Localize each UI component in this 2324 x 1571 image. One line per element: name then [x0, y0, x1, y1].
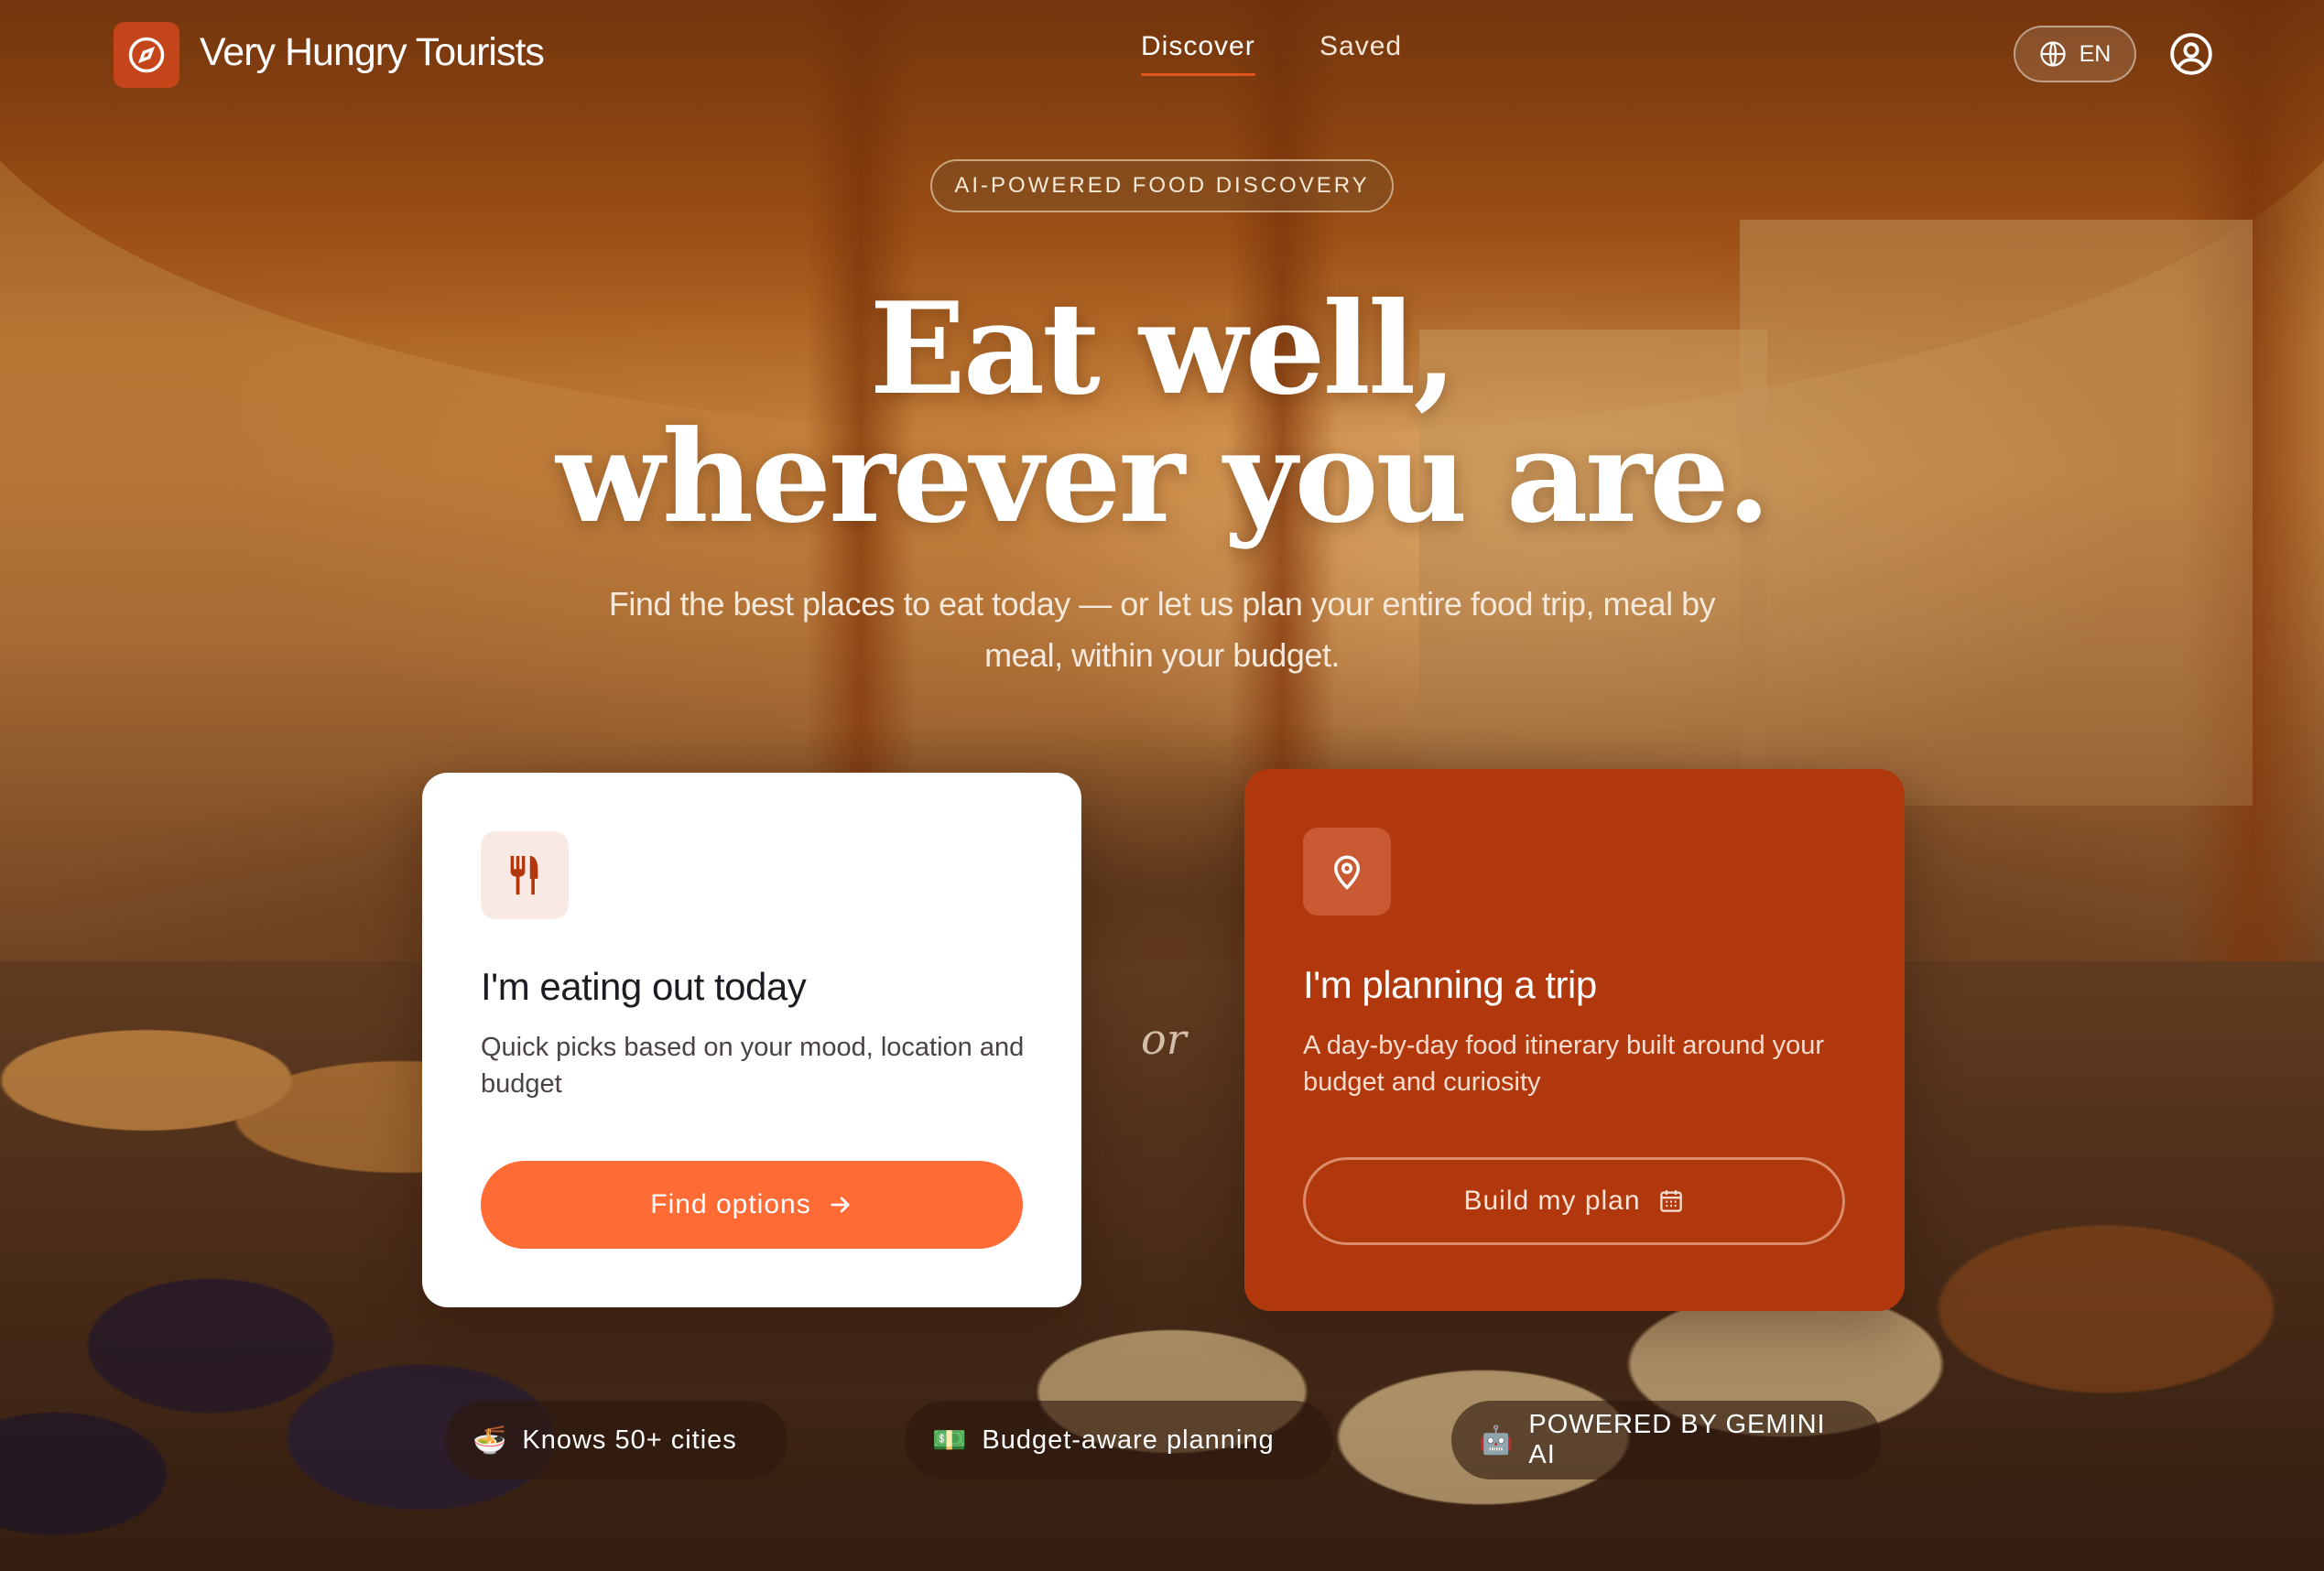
or-separator: or — [1141, 1014, 1187, 1064]
map-pin-icon — [1333, 855, 1361, 890]
find-options-label: Find options — [650, 1189, 811, 1219]
find-options-button[interactable]: Find options — [481, 1161, 1023, 1249]
build-plan-label: Build my plan — [1463, 1186, 1641, 1216]
planning-trip-card[interactable]: I'm planning a trip A day-by-day food it… — [1244, 769, 1905, 1311]
brand-name[interactable]: Very Hungry Tourists — [200, 30, 545, 75]
language-selector[interactable]: EN — [2014, 26, 2136, 82]
money-icon: 💵 — [932, 1424, 968, 1457]
globe-icon — [2040, 41, 2066, 67]
eating-out-title: I'm eating out today — [481, 965, 807, 1008]
feature-label: Budget-aware planning — [982, 1425, 1275, 1455]
language-code: EN — [2079, 40, 2112, 67]
eating-out-description: Quick picks based on your mood, location… — [481, 1033, 1025, 1099]
nav-tab-saved[interactable]: Saved — [1319, 31, 1402, 62]
feature-pill-gemini: 🤖 POWERED BY GEMINI AI — [1451, 1401, 1882, 1479]
ai-badge: AI-POWERED FOOD DISCOVERY — [930, 159, 1394, 212]
feature-label: Knows 50+ cities — [522, 1425, 737, 1455]
feature-pill-budget: 💵 Budget-aware planning — [905, 1401, 1333, 1479]
feature-label: POWERED BY GEMINI AI — [1528, 1410, 1826, 1469]
hero-title-line2: wherever you are. — [556, 402, 1771, 551]
user-circle-icon — [2170, 33, 2212, 75]
planning-trip-icon-box — [1303, 828, 1391, 916]
feature-pill-cities: 🍜 Knows 50+ cities — [445, 1401, 787, 1479]
hero-subtitle: Find the best places to eat today — or l… — [521, 579, 1803, 681]
robot-icon: 🤖 — [1479, 1424, 1515, 1457]
eating-out-card[interactable]: I'm eating out today Quick picks based o… — [422, 773, 1081, 1307]
nav-tab-discover[interactable]: Discover — [1141, 31, 1255, 76]
user-account-button[interactable] — [2168, 31, 2214, 77]
noodle-bowl-icon: 🍜 — [472, 1424, 508, 1457]
brand-logo[interactable] — [114, 22, 179, 88]
hero-subtitle-line1: Find the best places to eat today — or l… — [608, 585, 1716, 623]
utensils-icon — [510, 855, 538, 895]
compass-icon — [128, 37, 165, 73]
planning-trip-description: A day-by-day food itinerary built around… — [1303, 1031, 1825, 1097]
calendar-icon — [1659, 1190, 1682, 1212]
build-plan-button[interactable]: Build my plan — [1303, 1157, 1845, 1245]
arrow-right-icon — [830, 1197, 850, 1213]
planning-trip-title: I'm planning a trip — [1303, 963, 1597, 1006]
top-nav-bar: Very Hungry Tourists Discover Saved EN — [0, 0, 2324, 114]
hero-title-line1: Eat well, — [869, 274, 1458, 423]
eating-out-icon-box — [481, 831, 569, 919]
hero-subtitle-line2: meal, within your budget. — [984, 636, 1340, 674]
hero-background-image — [0, 0, 2324, 1571]
